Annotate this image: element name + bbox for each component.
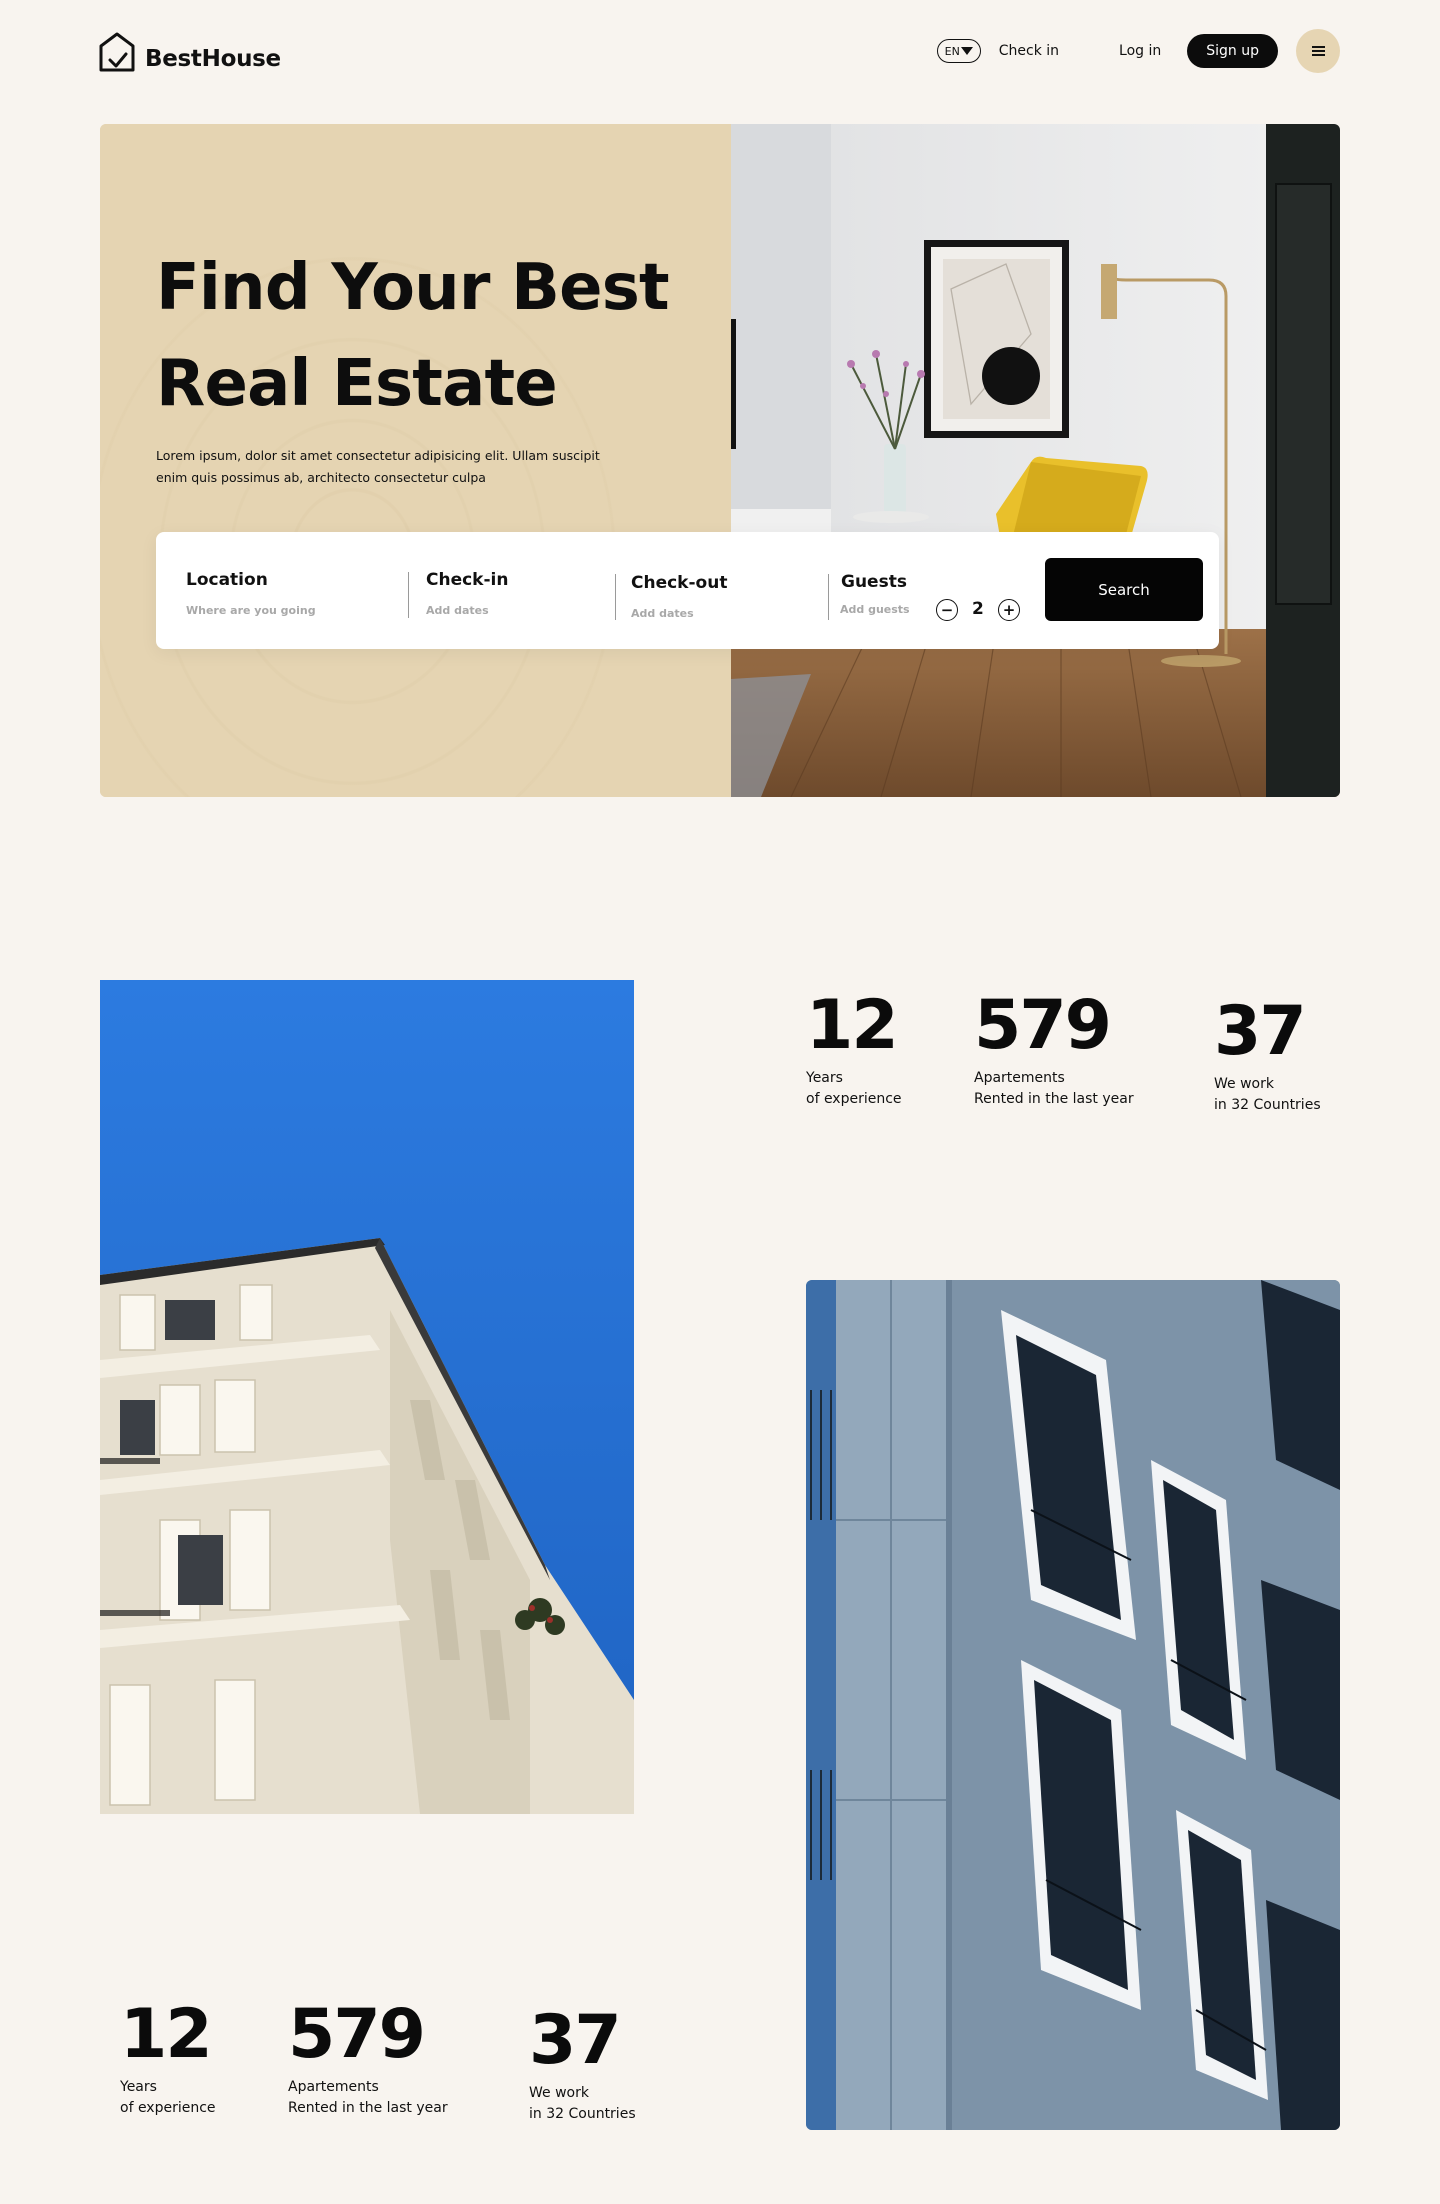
check-out-field[interactable]: Check-out Add dates [616,532,826,649]
location-label: Location [186,570,268,590]
language-code: EN [944,44,960,58]
caret-down-icon [960,47,973,55]
language-selector[interactable]: EN [936,39,981,63]
hero-description: Lorem ipsum, dolor sit amet consectetur … [156,448,600,485]
stat-label: We work in 32 Countries [529,2083,636,2125]
stats-top: 12 Years of experience 579 Apartements R… [806,990,1346,1130]
stat-label-line-1: We work [529,2085,589,2101]
guests-label: Guests [841,572,907,592]
living-room-photo [731,124,1340,797]
stat-years: 12 Years of experience [806,990,902,1110]
check-in-link[interactable]: Check in [999,43,1059,59]
stat-label-line-2: in 32 Countries [1214,1097,1321,1113]
guests-placeholder: Add guests [840,603,910,616]
stat-label-line-1: Apartements [974,1070,1065,1086]
check-in-label: Check-in [426,570,509,590]
parisian-building-photo [100,980,634,1814]
stat-label-line-1: Years [120,2079,157,2095]
check-out-placeholder: Add dates [631,607,694,620]
stat-number: 37 [529,2001,622,2080]
stat-label: Years of experience [806,1068,902,1110]
house-logo-icon [99,32,135,72]
check-out-label: Check-out [631,573,728,593]
menu-button[interactable] [1296,29,1340,73]
stat-label: Years of experience [120,2077,216,2119]
stat-apartments: 579 Apartements Rented in the last year [974,990,1134,1110]
stat-years: 12 Years of experience [120,1999,216,2119]
hero-title-line-1: Find Your Best [156,251,670,325]
hero-title-line-2: Real Estate [156,347,558,421]
plus-icon: + [1002,600,1016,619]
sign-up-button[interactable]: Sign up [1187,34,1278,68]
stat-label-line-2: of experience [806,1091,902,1107]
stat-label: Apartements Rented in the last year [288,2077,448,2119]
hero-text-panel: Find Your Best Real Estate Lorem ipsum, … [100,124,731,797]
stat-label-line-2: in 32 Countries [529,2106,636,2122]
stat-label-line-1: Apartements [288,2079,379,2095]
location-placeholder: Where are you going [186,604,316,617]
stat-number: 579 [974,986,1112,1065]
stat-label-line-2: Rented in the last year [288,2100,448,2116]
site-header: BestHouse EN Check in Log in Sign up [98,29,1340,90]
brand-logo[interactable]: BestHouse [98,30,281,74]
decrease-guests-button[interactable]: − [936,599,958,621]
stats-bottom: 12 Years of experience 579 Apartements R… [120,1999,660,2139]
location-field[interactable]: Location Where are you going [156,532,406,649]
brand-name: BestHouse [145,46,281,72]
check-in-placeholder: Add dates [426,604,489,617]
stat-number: 579 [288,1995,426,2074]
hero-section: Find Your Best Real Estate Lorem ipsum, … [100,124,1340,797]
stat-number: 12 [806,986,899,1065]
increase-guests-button[interactable]: + [998,599,1020,621]
guests-count: 2 [972,599,984,619]
search-bar: Location Where are you going Check-in Ad… [156,532,1219,649]
stat-label: We work in 32 Countries [1214,1074,1321,1116]
stat-label: Apartements Rented in the last year [974,1068,1134,1110]
stat-number: 37 [1214,992,1307,1071]
stat-label-line-2: Rented in the last year [974,1091,1134,1107]
stat-label-line-2: of experience [120,2100,216,2116]
minus-icon: − [940,600,954,619]
check-in-field[interactable]: Check-in Add dates [409,532,609,649]
stat-label-line-1: Years [806,1070,843,1086]
guests-field[interactable]: Guests Add guests [829,532,1029,649]
modern-building-photo [806,1280,1340,2130]
search-button[interactable]: Search [1045,558,1203,621]
hero-title: Find Your Best Real Estate [156,240,670,432]
stat-apartments: 579 Apartements Rented in the last year [288,1999,448,2119]
stat-number: 12 [120,1995,213,2074]
top-nav: EN Check in Log in Sign up [936,29,1340,73]
stat-countries: 37 We work in 32 Countries [529,2005,636,2125]
stat-countries: 37 We work in 32 Countries [1214,996,1321,1116]
log-in-link[interactable]: Log in [1119,43,1161,59]
hamburger-menu-icon [1311,46,1325,56]
stat-label-line-1: We work [1214,1076,1274,1092]
